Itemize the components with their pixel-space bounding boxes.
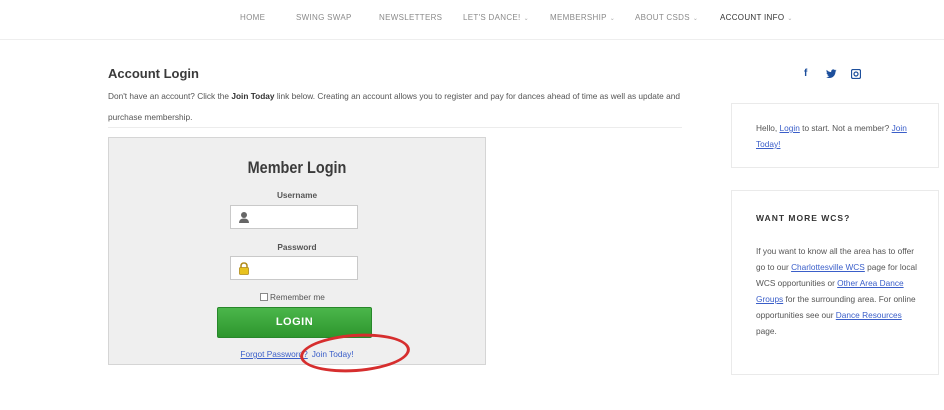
login-link[interactable]: Login — [780, 123, 800, 133]
wcs-heading: WANT MORE WCS? — [756, 213, 851, 223]
username-label: Username — [276, 190, 318, 200]
member-login-panel: Member Login Username Password Remember … — [108, 137, 486, 365]
chevron-down-icon: ⌄ — [609, 16, 616, 22]
divider — [108, 127, 682, 128]
lock-icon — [239, 262, 249, 275]
username-field[interactable] — [230, 205, 358, 229]
chevron-down-icon: ⌄ — [787, 16, 793, 22]
login-button[interactable]: LOGIN — [217, 307, 372, 338]
nav-lets-dance[interactable]: LET'S DANCE! ⌄ — [463, 13, 529, 22]
remember-me-label: Remember me — [270, 292, 325, 302]
twitter-icon[interactable] — [826, 68, 837, 82]
nav-home[interactable]: HOME — [240, 13, 265, 22]
password-field[interactable] — [230, 256, 358, 280]
top-navigation: HOME SWING SWAP NEWSLETTERS LET'S DANCE!… — [0, 0, 944, 40]
forgot-password-link[interactable]: Forgot Password? — [240, 349, 307, 359]
login-title: Member Login — [247, 158, 347, 177]
dance-resources-link[interactable]: Dance Resources — [836, 310, 902, 320]
nav-swing-swap[interactable]: SWING SWAP — [296, 13, 352, 22]
nav-account-info[interactable]: ACCOUNT INFO ⌄ — [720, 13, 793, 22]
password-input[interactable] — [255, 259, 353, 277]
intro-text: Don't have an account? Click the Join To… — [108, 91, 680, 122]
chevron-down-icon: ⌄ — [692, 16, 699, 22]
nav-about-csds[interactable]: ABOUT CSDS ⌄ — [635, 13, 698, 22]
hello-box: Hello, Login to start. Not a member? Joi… — [731, 103, 939, 168]
login-links: Forgot Password? Join Today! — [109, 349, 485, 359]
remember-me-checkbox[interactable] — [260, 293, 268, 301]
want-more-wcs-box: WANT MORE WCS? If you want to know all t… — [731, 190, 939, 375]
remember-me[interactable]: Remember me — [260, 292, 325, 302]
wcs-text: If you want to know all the area has to … — [756, 246, 917, 336]
chevron-down-icon: ⌄ — [523, 16, 529, 22]
hello-text: Hello, Login to start. Not a member? Joi… — [756, 123, 907, 149]
nav-membership[interactable]: MEMBERSHIP ⌄ — [550, 13, 615, 22]
instagram-icon[interactable] — [850, 68, 862, 82]
user-icon — [239, 212, 249, 223]
nav-newsletters[interactable]: NEWSLETTERS — [379, 13, 442, 22]
charlottesville-wcs-link[interactable]: Charlottesville WCS — [791, 262, 865, 272]
facebook-icon[interactable]: f — [804, 68, 807, 79]
password-label: Password — [277, 242, 317, 252]
page-title: Account Login — [108, 66, 199, 81]
join-today-emphasis: Join Today — [231, 91, 275, 101]
username-input[interactable] — [255, 208, 353, 226]
